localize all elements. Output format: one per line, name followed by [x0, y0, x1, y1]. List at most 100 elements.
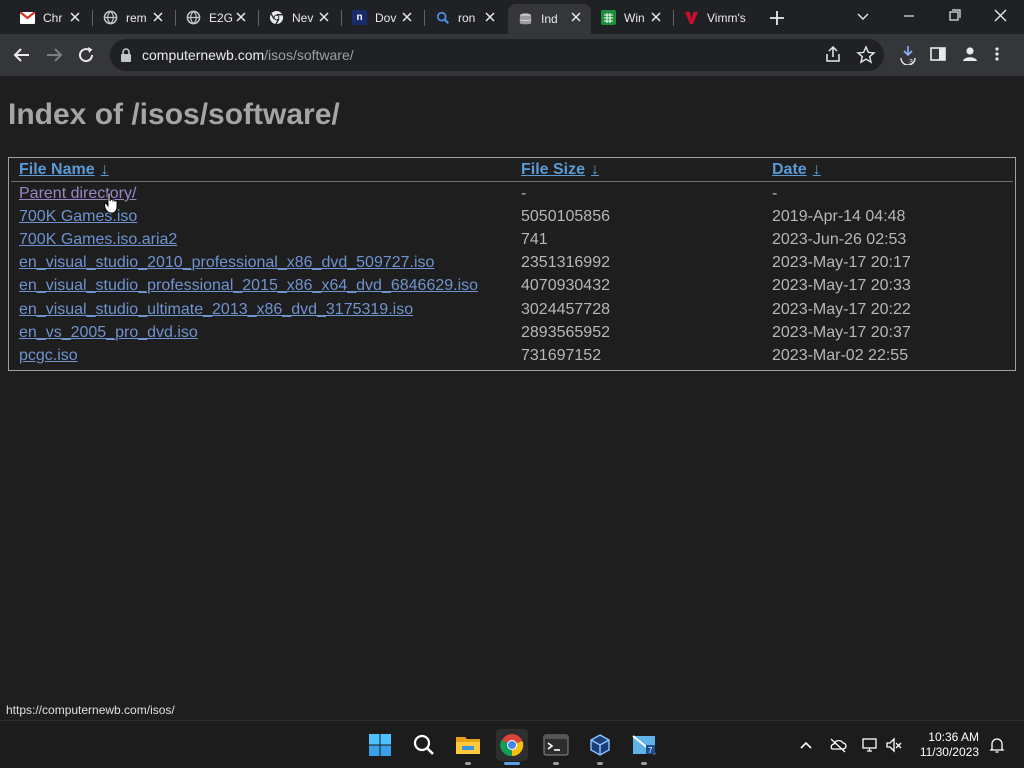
file-date: 2023-May-17 20:33 — [772, 277, 911, 294]
globe-icon — [103, 10, 118, 25]
file-date: 2023-Jun-26 02:53 — [772, 231, 907, 248]
file-size: 5050105856 — [521, 208, 610, 225]
url-host: computernewb.com — [142, 47, 265, 63]
address-bar[interactable]: computernewb.com/isos/software/ — [110, 39, 884, 71]
parent-directory-link[interactable]: Parent directory/ — [19, 185, 136, 203]
close-icon[interactable] — [235, 11, 247, 23]
sort-by-date-link[interactable]: Date ↓ — [772, 161, 821, 179]
close-icon[interactable] — [401, 11, 413, 23]
url-text[interactable]: computernewb.com/isos/software/ — [142, 47, 354, 63]
sort-arrow-icon: ↓ — [812, 161, 821, 178]
close-icon[interactable] — [484, 11, 496, 23]
new-tab-button[interactable] — [766, 7, 788, 29]
clock-date: 11/30/2023 — [919, 745, 979, 759]
header-divider — [11, 181, 1013, 182]
tab-1[interactable]: Chr — [10, 4, 90, 31]
sort-arrow-icon: ↓ — [591, 161, 600, 178]
file-explorer-icon[interactable] — [452, 729, 484, 765]
onedrive-offline-icon[interactable] — [828, 735, 848, 755]
tab-search-icon[interactable] — [852, 6, 874, 26]
sheet-icon — [601, 10, 616, 25]
bookmark-star-icon[interactable] — [855, 44, 877, 66]
file-size: 741 — [521, 231, 548, 248]
search-icon[interactable] — [408, 729, 440, 761]
back-arrow-icon[interactable] — [10, 43, 34, 67]
file-size: 731697152 — [521, 347, 602, 364]
terminal-icon[interactable] — [540, 729, 572, 765]
chrome-icon — [269, 10, 284, 25]
tab-5[interactable]: n Dov — [342, 4, 422, 31]
column-size-label: File Size — [521, 161, 586, 178]
close-icon[interactable] — [650, 11, 662, 23]
tab-6[interactable]: ron — [425, 4, 505, 31]
file-size: - — [521, 185, 527, 202]
browser-toolbar: computernewb.com/isos/software/ 3 — [0, 34, 1024, 76]
lock-icon[interactable] — [120, 48, 132, 62]
minimize-icon[interactable] — [898, 6, 920, 26]
notification-bell-icon[interactable] — [987, 735, 1007, 755]
file-size: 2351316992 — [521, 254, 610, 271]
close-icon[interactable] — [318, 11, 330, 23]
file-link[interactable]: 700K Games.iso — [19, 208, 137, 226]
side-panel-icon[interactable] — [927, 43, 949, 65]
vimms-icon — [684, 10, 699, 25]
column-date-label: Date — [772, 161, 807, 178]
restore-icon[interactable] — [944, 6, 966, 26]
table-header: File Name ↓ File Size ↓ Date ↓ — [9, 158, 1015, 183]
file-date: 2023-May-17 20:37 — [772, 324, 911, 341]
profile-icon[interactable] — [959, 43, 981, 65]
volume-muted-icon[interactable] — [884, 735, 904, 755]
file-link[interactable]: 700K Games.iso.aria2 — [19, 231, 177, 249]
sort-arrow-icon: ↓ — [100, 161, 109, 178]
file-link[interactable]: en_visual_studio_2010_professional_x86_d… — [19, 254, 434, 272]
table-row: en_visual_studio_2010_professional_x86_d… — [9, 252, 1015, 275]
file-link[interactable]: en_vs_2005_pro_dvd.iso — [19, 324, 198, 342]
taskbar-clock[interactable]: 10:36 AM 11/30/2023 — [913, 730, 979, 760]
utility-icon[interactable]: 7 — [628, 729, 660, 765]
table-row: 700K Games.iso.aria2 741 2023-Jun-26 02:… — [9, 229, 1015, 252]
tab-8[interactable]: Win — [591, 4, 671, 31]
tab-9-label: Vimm's — [707, 10, 746, 25]
file-date: 2019-Apr-14 04:48 — [772, 208, 906, 225]
tab-7-active[interactable]: Ind — [508, 4, 591, 34]
gmail-icon — [20, 10, 35, 25]
file-link[interactable]: en_visual_studio_professional_2015_x86_x… — [19, 277, 478, 295]
n-app-icon: n — [352, 10, 367, 25]
close-icon[interactable] — [570, 11, 582, 23]
clock-time: 10:36 AM — [928, 730, 979, 744]
windows-taskbar: 7 10:36 AM 11/30/2023 — [0, 720, 1024, 768]
tab-1-label: Chr — [43, 10, 63, 25]
status-bar-url: https://computernewb.com/isos/ — [0, 700, 181, 720]
close-icon[interactable] — [69, 11, 81, 23]
file-date: 2023-May-17 20:17 — [772, 254, 911, 271]
chrome-icon[interactable] — [496, 729, 528, 765]
forward-arrow-icon[interactable] — [42, 43, 66, 67]
download-icon[interactable]: 3 — [897, 43, 919, 65]
globe-icon — [186, 10, 201, 25]
share-icon[interactable] — [822, 44, 844, 66]
reload-icon[interactable] — [74, 43, 98, 67]
url-path: /isos/software/ — [264, 47, 354, 63]
server-icon — [518, 12, 533, 27]
virtualbox-icon[interactable] — [584, 729, 616, 765]
tab-8-label: Win — [624, 10, 645, 25]
svg-text:3: 3 — [909, 59, 913, 65]
tab-4[interactable]: Nev — [259, 4, 339, 31]
menu-kebab-icon[interactable] — [991, 43, 1003, 65]
file-link[interactable]: pcgc.iso — [19, 347, 78, 365]
file-date: 2023-Mar-02 22:55 — [772, 347, 909, 364]
column-name-label: File Name — [19, 161, 95, 178]
table-row: 700K Games.iso 5050105856 2019-Apr-14 04… — [9, 206, 1015, 229]
close-window-icon[interactable] — [990, 6, 1012, 26]
tab-2[interactable]: rem — [93, 4, 173, 31]
file-link[interactable]: en_visual_studio_ultimate_2013_x86_dvd_3… — [19, 301, 413, 319]
network-icon[interactable] — [860, 735, 880, 755]
chevron-up-icon[interactable] — [796, 735, 816, 755]
windows-start-icon[interactable] — [364, 729, 396, 761]
tab-9[interactable]: Vimm's — [674, 4, 754, 31]
sort-by-size-link[interactable]: File Size ↓ — [521, 161, 599, 179]
sort-by-name-link[interactable]: File Name ↓ — [19, 161, 109, 179]
tab-3[interactable]: E2G — [176, 4, 256, 31]
file-size: 2893565952 — [521, 324, 610, 341]
close-icon[interactable] — [152, 11, 164, 23]
